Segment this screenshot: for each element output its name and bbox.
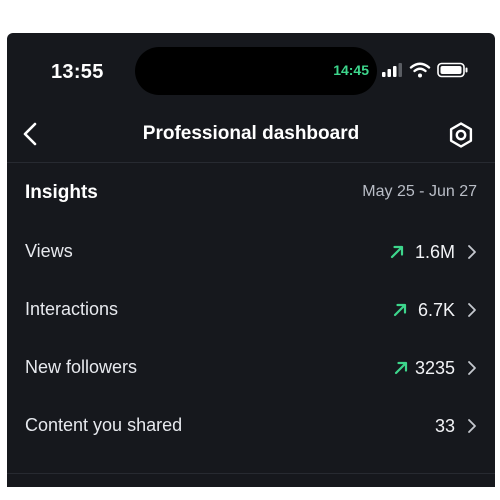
metric-label: New followers (25, 357, 138, 377)
wifi-icon (409, 62, 431, 78)
gear-icon[interactable] (447, 121, 475, 149)
metric-value-group: 6.7K (392, 298, 477, 322)
dynamic-island: 14:45 (135, 47, 377, 95)
insights-header: Insights May 25 - Jun 27 (7, 163, 495, 223)
insights-title: Insights (25, 182, 98, 203)
metric-value-group: 33 (435, 414, 477, 438)
chevron-right-icon (468, 245, 476, 259)
metric-value-group: 1.6M (389, 240, 477, 264)
metric-value: 33 (434, 415, 455, 436)
status-bar: 13:55 14:45 (7, 33, 495, 107)
island-time: 14:45 (333, 62, 369, 78)
section-divider (7, 473, 495, 474)
metric-label: Views (25, 241, 73, 261)
chevron-right-icon (468, 361, 476, 375)
page-title: Professional dashboard (142, 123, 360, 144)
date-range[interactable]: May 25 - Jun 27 (362, 183, 477, 201)
status-clock: 13:55 (51, 61, 104, 83)
trend-up-icon (390, 245, 404, 259)
metric-value: 1.6M (414, 241, 455, 262)
metric-row-interactions[interactable]: Interactions 6.7K (7, 281, 495, 339)
metric-value: 3235 (414, 357, 455, 378)
metric-label: Interactions (25, 299, 119, 319)
metric-row-views[interactable]: Views 1.6M (7, 223, 495, 281)
metric-row-new-followers[interactable]: New followers 3235 (7, 339, 495, 397)
metric-value: 6.7K (417, 299, 455, 320)
metric-label: Content you shared (25, 415, 183, 435)
chevron-right-icon (468, 303, 476, 317)
trend-up-icon (394, 361, 408, 375)
metric-value-group: 3235 (393, 356, 477, 380)
battery-icon (437, 62, 468, 78)
signal-icon (382, 63, 402, 77)
navigation-bar: Professional dashboard (7, 107, 495, 161)
metric-row-content-shared[interactable]: Content you shared 33 (7, 397, 495, 455)
trend-up-icon (393, 303, 407, 317)
chevron-right-icon (468, 419, 476, 433)
phone-screen: 13:55 14:45 Professional dashboard Insig… (7, 33, 495, 487)
